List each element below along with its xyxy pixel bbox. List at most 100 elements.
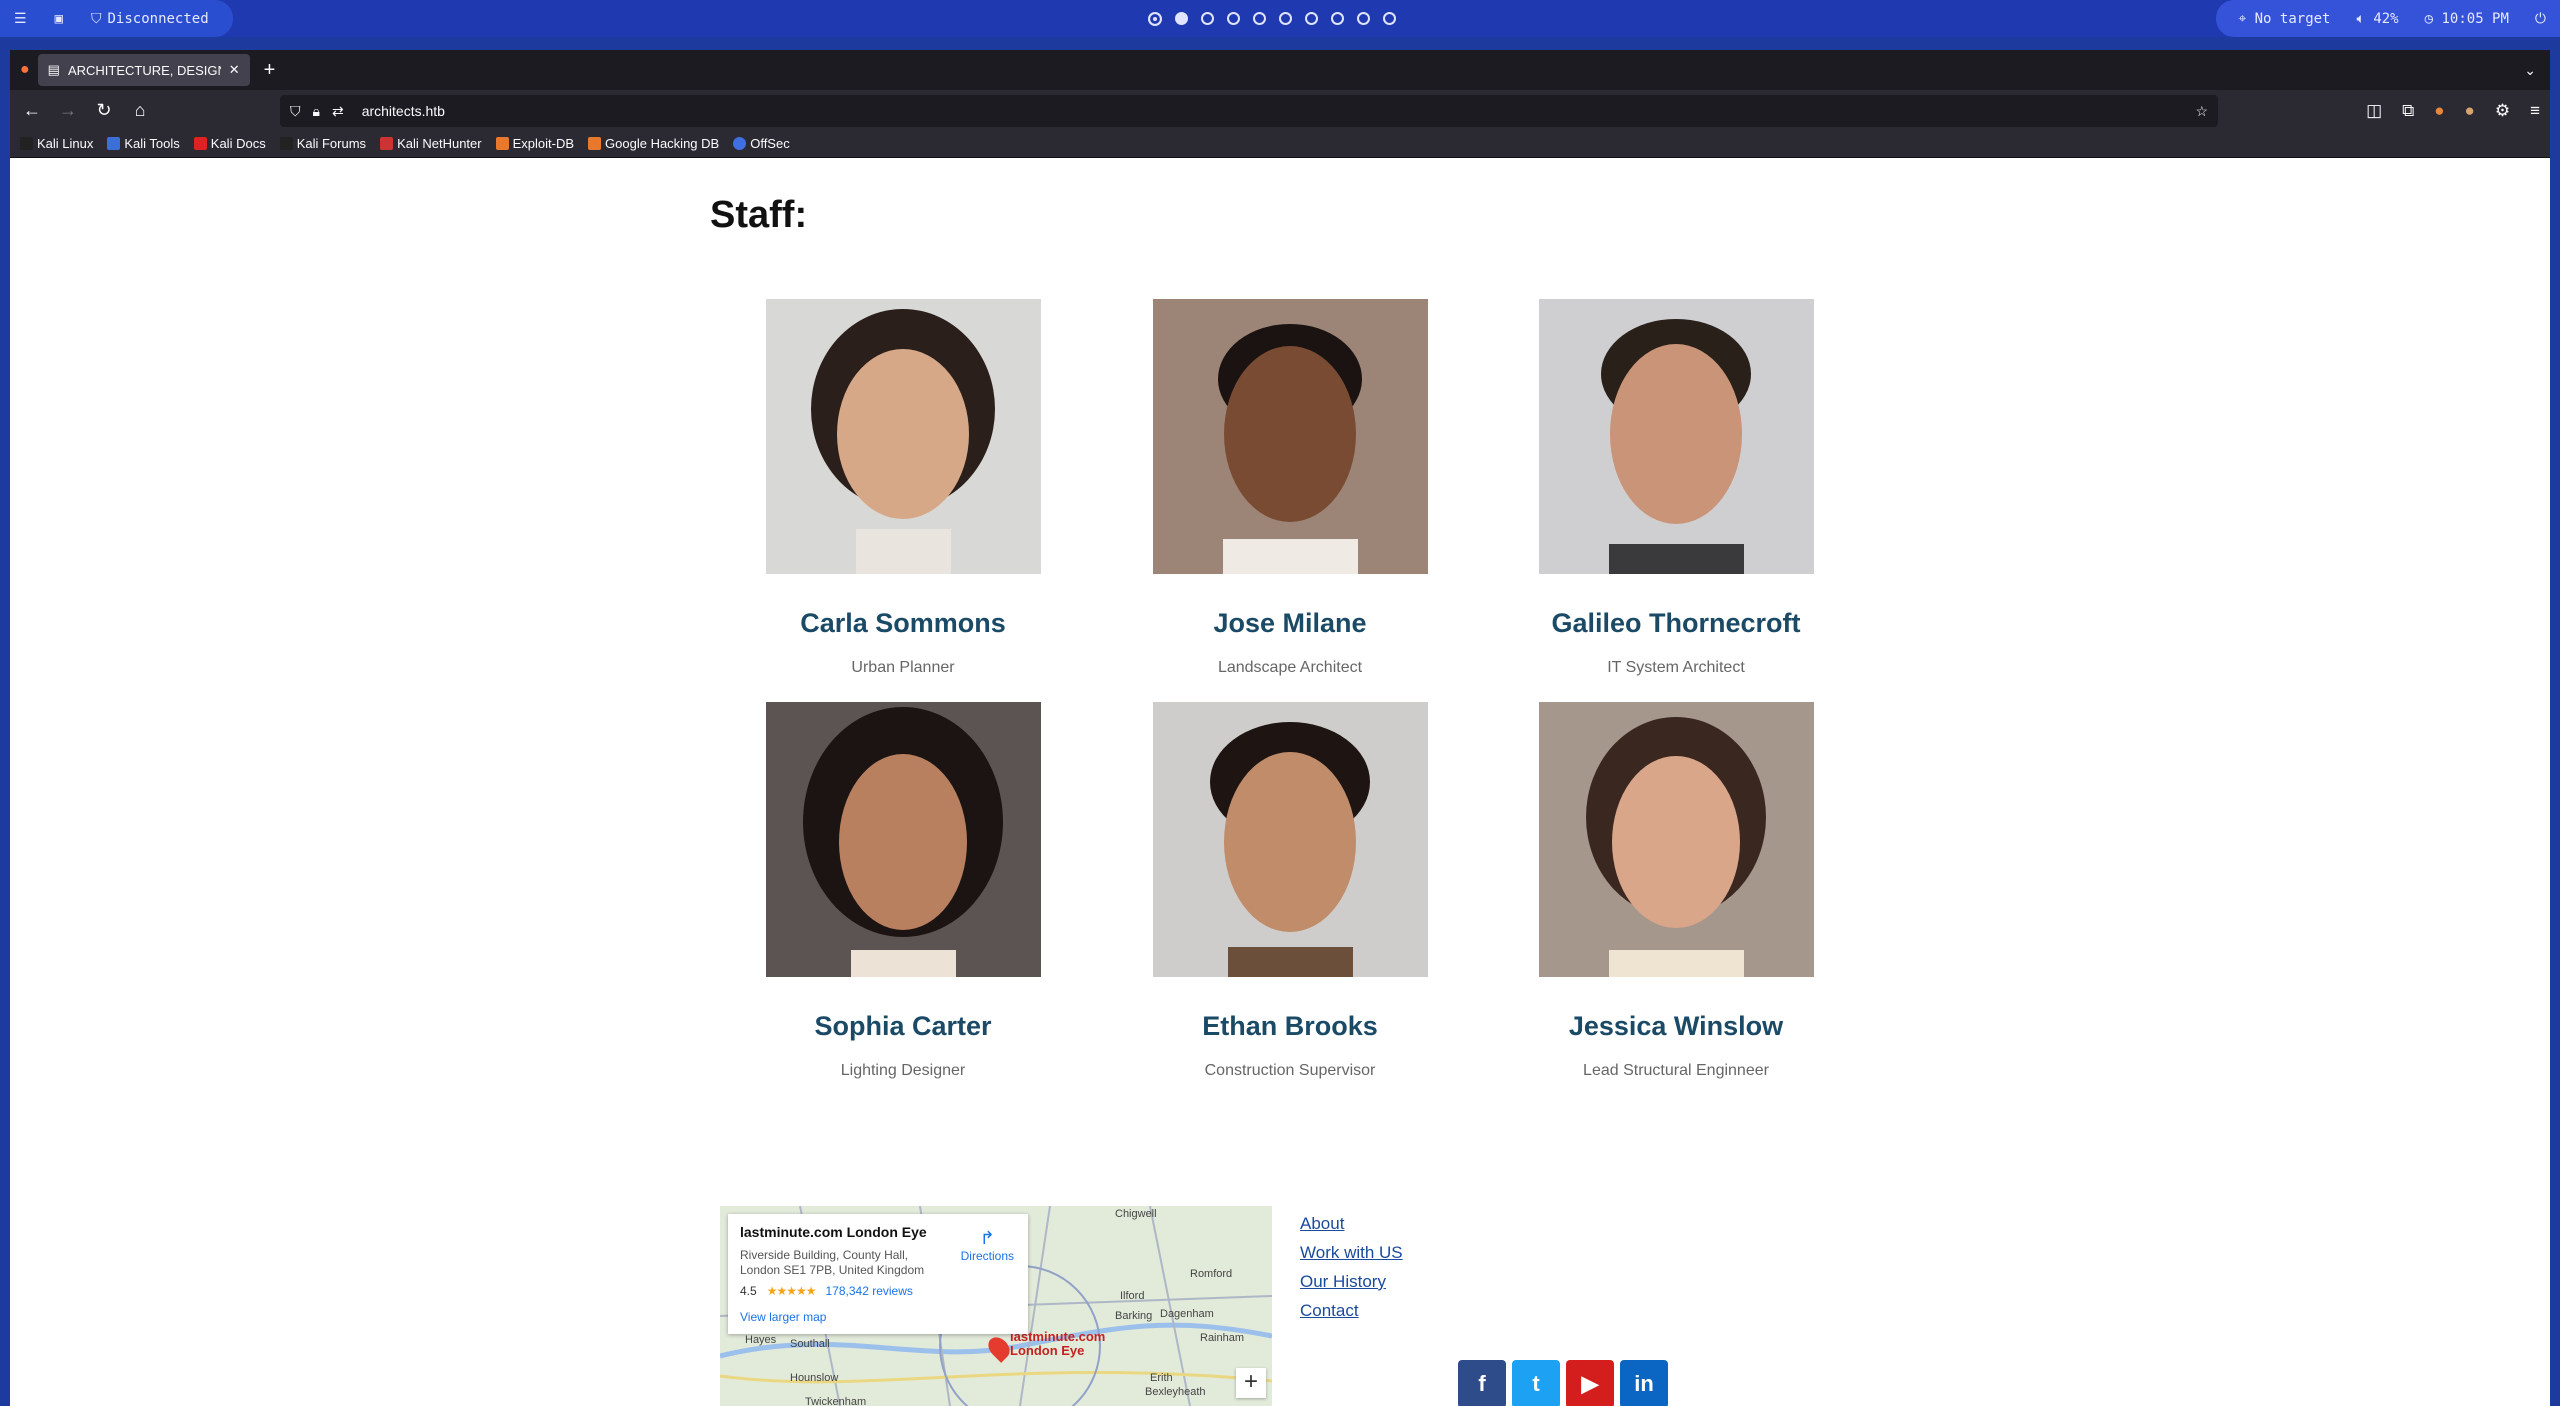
staff-role: Urban Planner: [851, 659, 955, 676]
bookmark-label: Kali NetHunter: [397, 136, 482, 151]
bookmark-item[interactable]: Google Hacking DB: [588, 136, 719, 151]
back-icon[interactable]: ←: [14, 94, 50, 126]
tab-active[interactable]: ▤ ARCHITECTURE, DESIGN AND... ✕: [37, 54, 250, 86]
map-town: Hounslow: [790, 1372, 839, 1384]
toolbar-extensions: ◫ ⧉ ● ● ⚙ ≡: [2366, 95, 2540, 127]
permissions-icon[interactable]: ⇄: [332, 103, 344, 120]
bookmarks-toolbar: Kali Linux Kali Tools Kali Docs Kali For…: [10, 130, 2550, 158]
target-status[interactable]: ⌖ No target: [2238, 11, 2330, 27]
browser-window: ● ▤ ARCHITECTURE, DESIGN AND... ✕ + ⌄ ← …: [10, 50, 2550, 1406]
forward-icon[interactable]: →: [50, 94, 86, 126]
lock-icon[interactable]: 🔒︎: [313, 103, 320, 120]
bookmark-item[interactable]: Kali Forums: [279, 136, 367, 151]
map-address-line: London SE1 7PB, United Kingdom: [740, 1263, 925, 1277]
workspace-dot[interactable]: [1227, 12, 1240, 25]
reload-icon[interactable]: ↻: [86, 94, 122, 126]
map-rating-value: 4.5: [740, 1284, 757, 1298]
home-icon[interactable]: ⌂: [122, 94, 158, 126]
cookie-icon[interactable]: ●: [2465, 101, 2475, 121]
directions-button[interactable]: ↱ Directions: [961, 1228, 1014, 1263]
staff-name: Jose Milane: [1213, 608, 1367, 638]
staff-name: Galileo Thornecroft: [1551, 608, 1801, 638]
staff-photo: [1538, 299, 1814, 574]
bookmark-item[interactable]: Exploit-DB: [495, 136, 574, 151]
workspace-dot[interactable]: [1357, 12, 1370, 25]
tracking-shield-icon[interactable]: ⛉: [290, 103, 301, 120]
bookmark-item[interactable]: Kali Linux: [20, 136, 93, 151]
exploit-db-icon: [495, 137, 509, 150]
map-town: Romford: [1190, 1268, 1233, 1280]
staff-card: Carla Sommons Urban Planner: [723, 299, 1083, 677]
footer-link-contact[interactable]: Contact: [1300, 1301, 1403, 1321]
firefox-icon[interactable]: ●: [20, 61, 30, 79]
vpn-status-label: Disconnected: [107, 10, 209, 27]
foxyproxy-icon[interactable]: ●: [2434, 101, 2444, 121]
volume-status[interactable]: 🔈︎ 42%: [2356, 11, 2398, 27]
url-text[interactable]: architects.htb: [362, 103, 445, 119]
power-icon[interactable]: ⏻: [2535, 11, 2546, 27]
staff-name: Carla Sommons: [800, 608, 1006, 638]
staff-photo: [1152, 299, 1428, 574]
kali-forums-icon: [279, 137, 293, 150]
bookmark-item[interactable]: Kali Tools: [107, 136, 180, 151]
workspace-dot[interactable]: [1305, 12, 1318, 25]
twitter-icon[interactable]: t: [1512, 1360, 1560, 1406]
kali-icon: [20, 137, 33, 150]
bookmark-label: Kali Linux: [37, 136, 94, 151]
staff-card: Jessica Winslow Lead Structural Enginnee…: [1496, 702, 1856, 1080]
facebook-icon[interactable]: f: [1458, 1360, 1506, 1406]
staff-role: Lead Structural Enginneer: [1583, 1062, 1769, 1079]
clock-label: 10:05 PM: [2441, 10, 2509, 27]
workspace-dot[interactable]: [1253, 12, 1266, 25]
clock[interactable]: ◷ 10:05 PM: [2425, 11, 2509, 27]
directions-icon: ↱: [979, 1228, 995, 1248]
apps-menu-icon[interactable]: ☰: [0, 0, 41, 37]
footer-link-work[interactable]: Work with US: [1300, 1243, 1403, 1263]
menu-icon[interactable]: ≡: [2530, 101, 2540, 121]
workspace-dot[interactable]: [1383, 12, 1396, 25]
settings-icon[interactable]: ⚙: [2495, 101, 2510, 121]
workspace-dot[interactable]: [1279, 12, 1292, 25]
workspace-icon[interactable]: ▣: [40, 0, 77, 37]
youtube-icon[interactable]: ▶: [1566, 1360, 1614, 1406]
zoom-in-button[interactable]: +: [1236, 1368, 1266, 1398]
clock-icon: ◷: [2424, 10, 2442, 27]
close-icon[interactable]: ✕: [229, 62, 240, 78]
offsec-icon: [733, 137, 747, 150]
embedded-map[interactable]: Chigwell Romford Ilford Barking Dagenham…: [720, 1206, 1272, 1406]
bookmark-item[interactable]: Kali NetHunter: [380, 136, 482, 151]
staff-name: Ethan Brooks: [1202, 1011, 1378, 1041]
staff-heading: Staff:: [710, 194, 808, 236]
workspace-dot[interactable]: [1331, 12, 1344, 25]
workspace-dot[interactable]: [1148, 11, 1162, 26]
staff-card: Jose Milane Landscape Architect: [1110, 299, 1470, 677]
map-town: Ilford: [1120, 1290, 1145, 1302]
target-label: No target: [2254, 10, 2331, 27]
url-bar[interactable]: ⛉ 🔒︎ ⇄ architects.htb ☆: [280, 95, 2218, 127]
map-town: Southall: [790, 1338, 830, 1350]
bookmark-item[interactable]: Kali Docs: [193, 136, 266, 151]
view-larger-map-link[interactable]: View larger map: [740, 1310, 1016, 1324]
new-tab-icon[interactable]: +: [264, 59, 276, 82]
linkedin-icon[interactable]: in: [1620, 1360, 1668, 1406]
footer-link-about[interactable]: About: [1300, 1214, 1403, 1234]
bookmark-label: Kali Docs: [210, 136, 266, 151]
map-pin-label[interactable]: lastminute.com London Eye: [1010, 1330, 1130, 1358]
bookmark-star-icon[interactable]: ☆: [2195, 103, 2208, 120]
vpn-status[interactable]: ⛉ Disconnected: [77, 0, 233, 37]
workspace-dot[interactable]: [1201, 12, 1214, 25]
map-info-card: lastminute.com London Eye Riverside Buil…: [728, 1214, 1028, 1334]
workspace-dot[interactable]: [1175, 12, 1188, 25]
map-town: Erith: [1150, 1372, 1173, 1384]
pocket-icon[interactable]: ◫: [2366, 101, 2382, 121]
system-bar: ☰ ▣ ⛉ Disconnected ⌖ No target 🔈︎ 42% ◷ …: [0, 0, 2560, 37]
workspace-switcher[interactable]: [1148, 0, 1396, 37]
footer-link-history[interactable]: Our History: [1300, 1272, 1403, 1292]
bookmark-label: Kali Forums: [296, 136, 367, 151]
bookmark-item[interactable]: OffSec: [733, 136, 790, 151]
extensions-icon[interactable]: ⧉: [2402, 101, 2414, 121]
ghdb-icon: [588, 137, 602, 150]
map-town: Rainham: [1200, 1332, 1245, 1344]
map-reviews-link[interactable]: 178,342 reviews: [825, 1284, 912, 1298]
tab-list-icon[interactable]: ⌄: [2524, 62, 2536, 79]
